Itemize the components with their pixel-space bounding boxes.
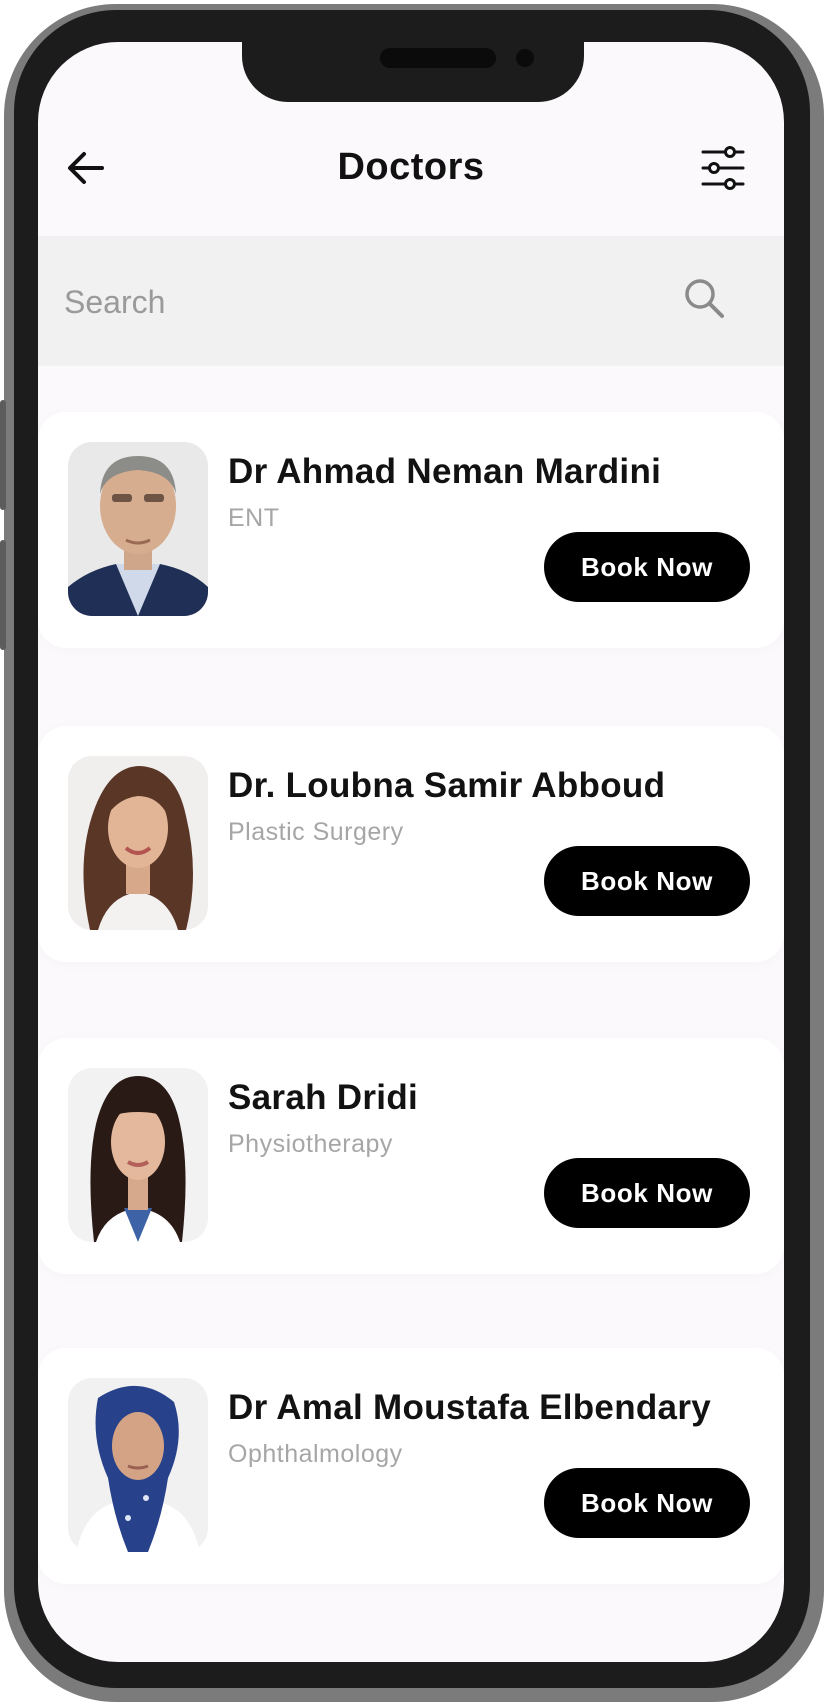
doctor-photo xyxy=(68,442,208,616)
doctor-specialty: Ophthalmology xyxy=(228,1440,403,1468)
sliders-icon xyxy=(701,146,745,190)
doctor-card[interactable]: Sarah Dridi Physiotherapy Book Now xyxy=(38,1038,784,1274)
phone-side-button xyxy=(0,540,6,650)
doctor-name: Dr Amal Moustafa Elbendary xyxy=(228,1388,711,1427)
doctor-name: Dr Ahmad Neman Mardini xyxy=(228,452,662,491)
phone-notch xyxy=(242,42,584,102)
book-now-button[interactable]: Book Now xyxy=(544,1468,750,1538)
filter-button[interactable] xyxy=(700,144,746,192)
search-bar xyxy=(38,236,784,366)
book-now-button[interactable]: Book Now xyxy=(544,846,750,916)
doctor-specialty: Plastic Surgery xyxy=(228,818,404,846)
doctor-specialty: ENT xyxy=(228,504,280,532)
app-screen: Doctors Search Dr Ahmad Neman Mardini EN… xyxy=(38,42,784,1662)
app-header: Doctors xyxy=(38,102,784,212)
doctor-card[interactable]: Dr Ahmad Neman Mardini ENT Book Now xyxy=(38,412,784,648)
book-now-button[interactable]: Book Now xyxy=(544,1158,750,1228)
doctor-card[interactable]: Dr. Loubna Samir Abboud Plastic Surgery … xyxy=(38,726,784,962)
book-now-button[interactable]: Book Now xyxy=(544,532,750,602)
doctor-name: Dr. Loubna Samir Abboud xyxy=(228,766,666,805)
doctor-photo xyxy=(68,1068,208,1242)
doctor-card[interactable]: Dr Amal Moustafa Elbendary Ophthalmology… xyxy=(38,1348,784,1584)
search-icon[interactable] xyxy=(682,276,728,322)
doctor-photo xyxy=(68,1378,208,1552)
page-title: Doctors xyxy=(337,146,485,188)
doctor-specialty: Physiotherapy xyxy=(228,1130,393,1158)
speaker-grille xyxy=(380,48,496,68)
search-input[interactable] xyxy=(62,276,626,328)
doctor-photo xyxy=(68,756,208,930)
phone-side-button xyxy=(0,400,6,510)
doctor-name: Sarah Dridi xyxy=(228,1078,419,1117)
front-camera xyxy=(516,49,534,67)
